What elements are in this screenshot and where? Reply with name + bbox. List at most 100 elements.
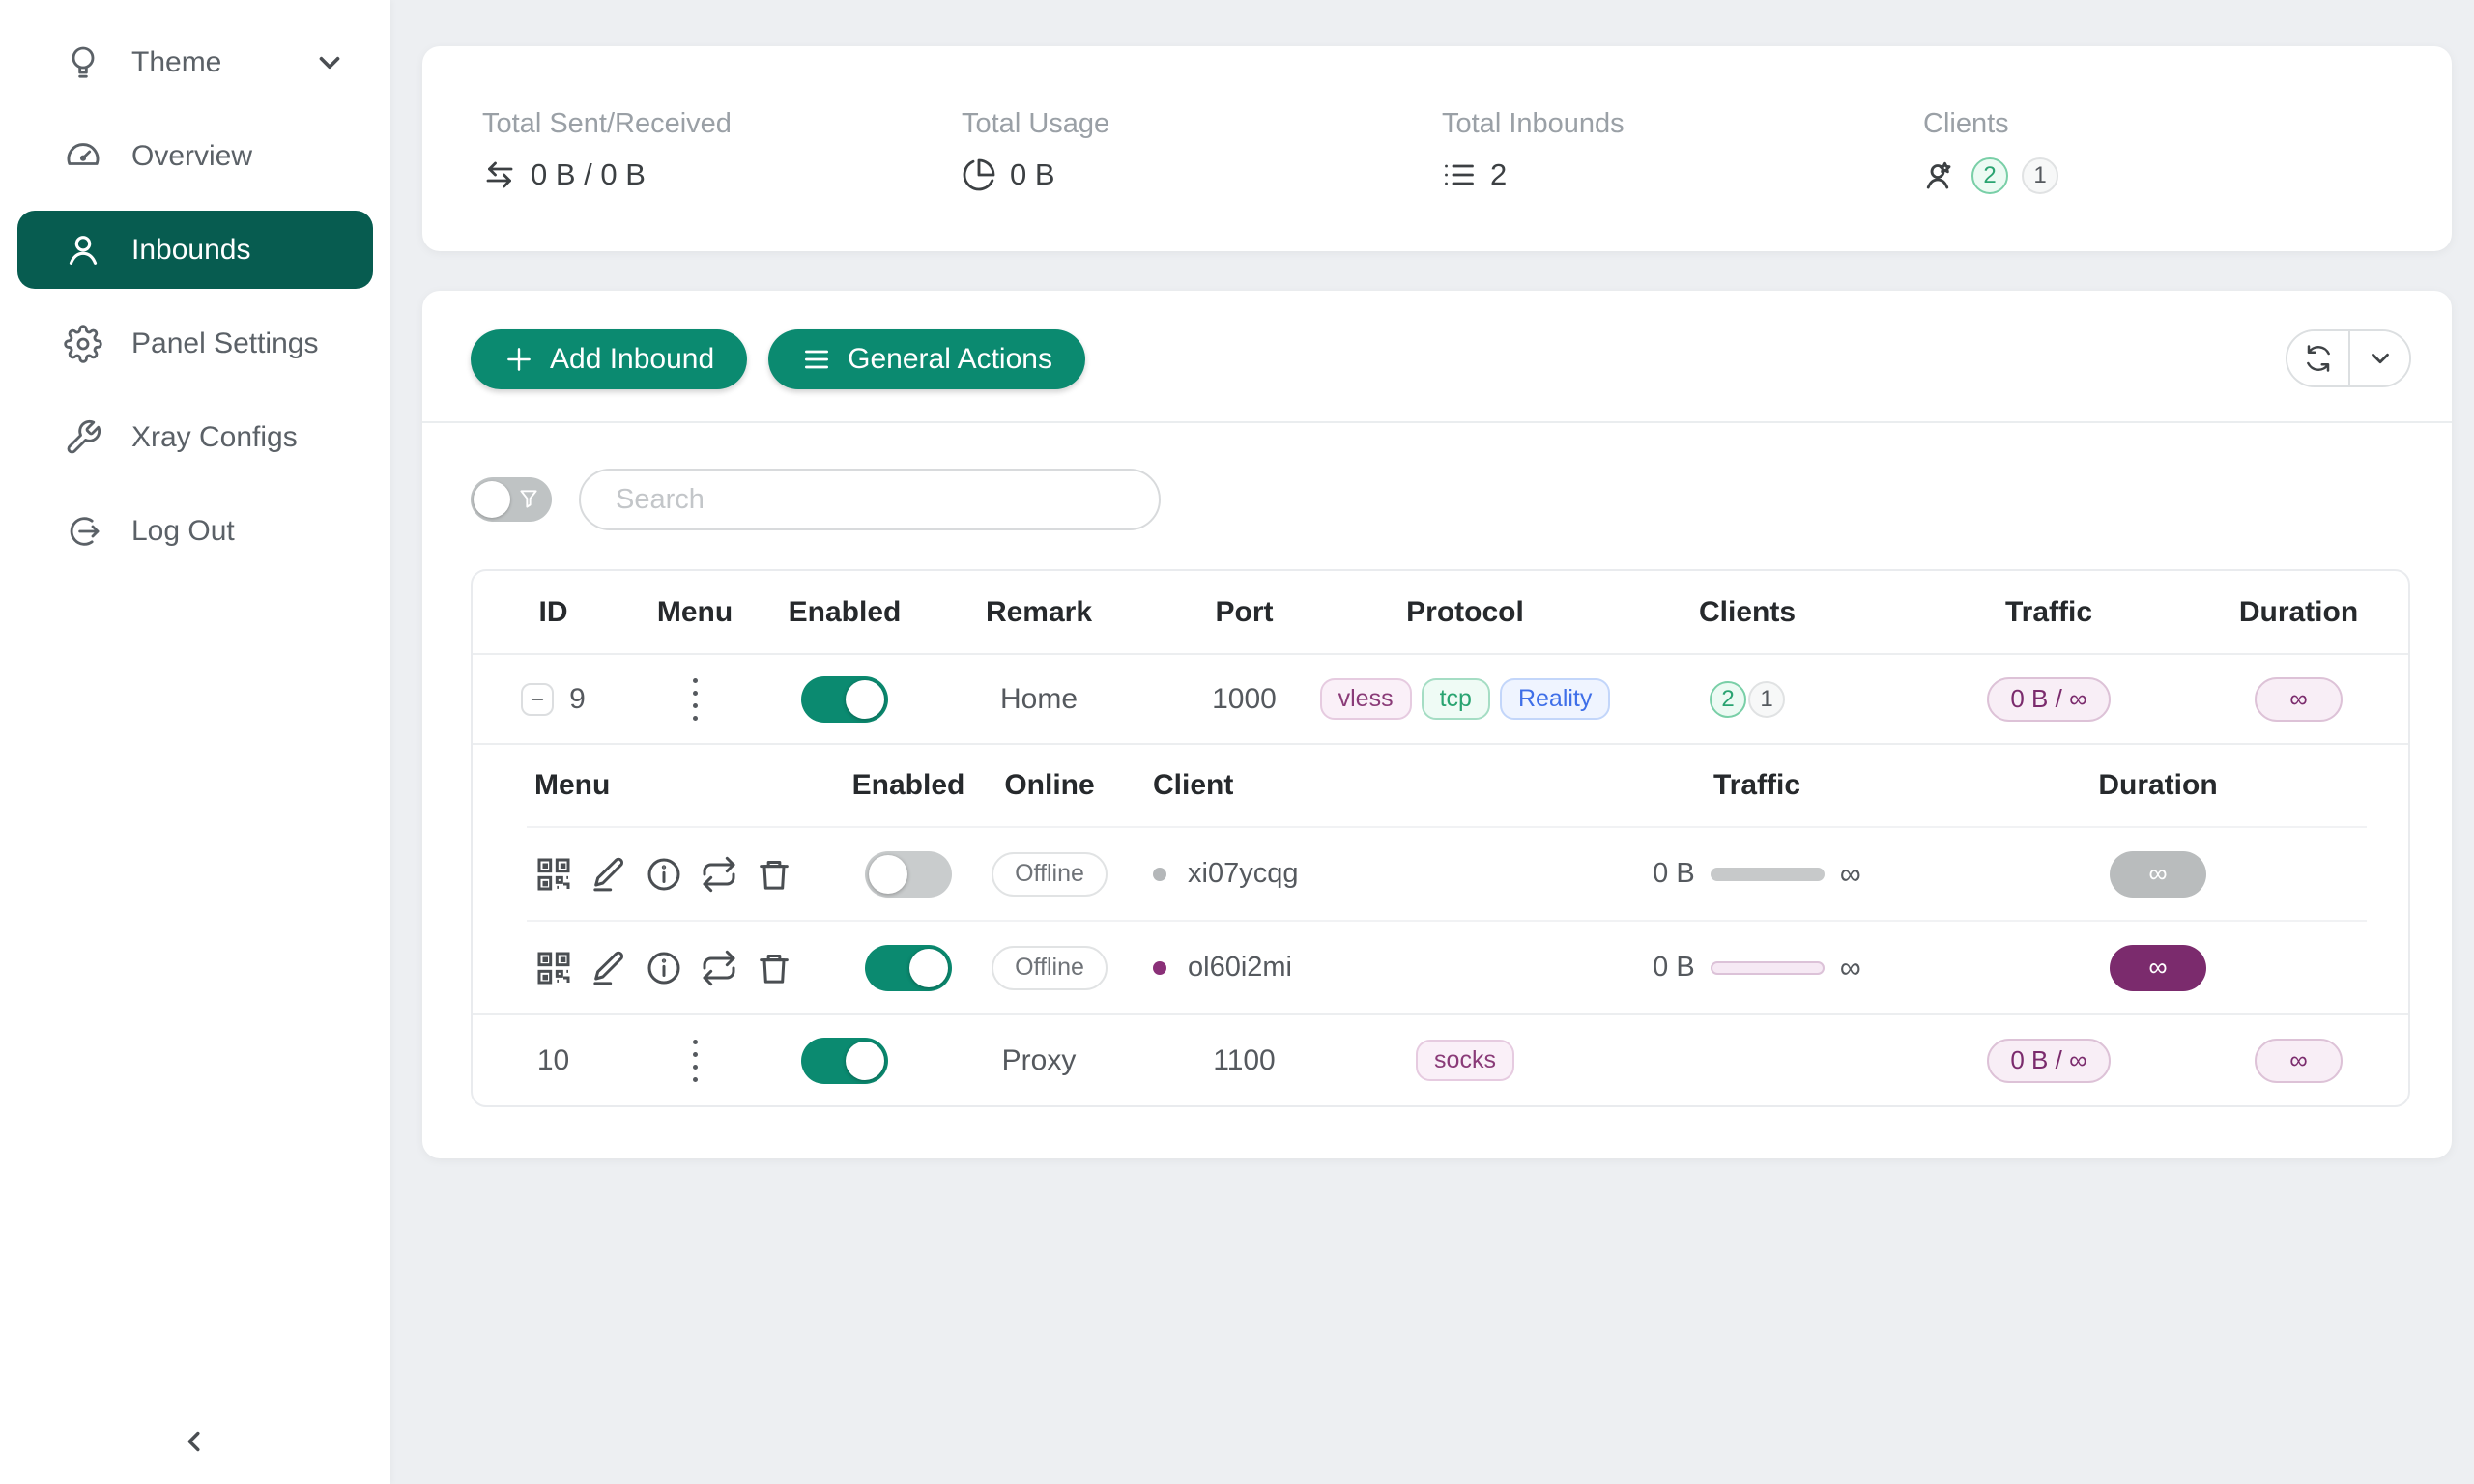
refresh-button[interactable] xyxy=(2287,331,2348,385)
stat-value: 2 xyxy=(1490,157,1507,192)
client-traffic-value: 0 B xyxy=(1653,858,1695,890)
pie-chart-icon xyxy=(962,157,996,192)
subtable-header: Menu Enabled Online Client Traffic Durat… xyxy=(527,745,2367,826)
reset-traffic-icon[interactable] xyxy=(700,855,738,894)
table-row-inbound-10: 10 Proxy 1100 socks 0 B / ∞ ∞ xyxy=(473,1013,2408,1105)
subcol-header-traffic: Traffic xyxy=(1493,769,2021,802)
inbounds-panel: Add Inbound General Actions ID Menu Enab… xyxy=(422,291,2452,1158)
client-enabled-toggle[interactable] xyxy=(865,851,952,898)
chevron-left-icon xyxy=(179,1425,212,1458)
client-duration-pill: ∞ xyxy=(2110,945,2206,991)
table-header: ID Menu Enabled Remark Port Protocol Cli… xyxy=(473,571,2408,653)
sidebar-item-label: Log Out xyxy=(131,515,235,548)
inbound-id: 10 xyxy=(537,1044,569,1077)
col-header-menu: Menu xyxy=(634,596,756,629)
client-name: ol60i2mi xyxy=(1188,952,1292,984)
col-header-id: ID xyxy=(473,596,634,629)
traffic-progress-bar xyxy=(1711,961,1825,975)
lightbulb-icon xyxy=(64,43,102,82)
toggle-knob xyxy=(909,949,948,987)
subcol-header-duration: Duration xyxy=(2021,769,2295,802)
filter-toggle[interactable] xyxy=(471,477,552,522)
col-header-remark: Remark xyxy=(934,596,1144,629)
subcol-header-enabled: Enabled xyxy=(826,769,991,802)
chevron-down-icon xyxy=(313,46,346,79)
gear-icon xyxy=(64,325,102,363)
sidebar-item-label: Overview xyxy=(131,140,252,173)
stat-value: 0 B xyxy=(1010,157,1055,192)
stats-card: Total Sent/Received 0 B / 0 B Total Usag… xyxy=(422,46,2452,251)
stat-total-inbounds: Total Inbounds 2 xyxy=(1382,46,1863,251)
inbound-port: 1100 xyxy=(1213,1044,1276,1077)
sidebar-item-log-out[interactable]: Log Out xyxy=(0,484,390,578)
traffic-pill: 0 B / ∞ xyxy=(1987,1039,2110,1083)
inbounds-table: ID Menu Enabled Remark Port Protocol Cli… xyxy=(471,569,2410,1107)
client-duration-pill: ∞ xyxy=(2110,851,2206,898)
inbound-id: 9 xyxy=(569,683,586,716)
online-status-badge: Offline xyxy=(992,852,1108,897)
duration-pill: ∞ xyxy=(2255,1039,2343,1083)
sidebar-collapse-button[interactable] xyxy=(174,1420,216,1463)
traffic-pill: 0 B / ∞ xyxy=(1987,677,2110,722)
col-header-clients: Clients xyxy=(1586,596,1909,629)
search-input[interactable] xyxy=(579,469,1161,530)
reset-traffic-icon[interactable] xyxy=(700,949,738,987)
delete-icon[interactable] xyxy=(755,949,793,987)
qr-code-icon[interactable] xyxy=(534,949,573,987)
client-enabled-toggle[interactable] xyxy=(865,945,952,991)
refresh-icon xyxy=(2304,344,2333,373)
toggle-knob xyxy=(846,1042,884,1080)
general-actions-button[interactable]: General Actions xyxy=(768,329,1085,389)
sidebar: Theme Overview Inbounds Panel Settings X… xyxy=(0,0,390,1484)
stat-label: Clients xyxy=(1923,108,2452,140)
transfer-arrows-icon xyxy=(482,157,517,192)
refresh-options-button[interactable] xyxy=(2348,331,2409,385)
row-menu-button[interactable] xyxy=(687,672,704,727)
client-status-dot xyxy=(1153,868,1166,881)
client-name: xi07ycqg xyxy=(1188,858,1298,890)
subcol-header-client: Client xyxy=(1108,769,1493,802)
delete-icon[interactable] xyxy=(755,855,793,894)
toggle-knob xyxy=(474,481,510,518)
duration-pill: ∞ xyxy=(2255,677,2343,722)
client-traffic-value: 0 B xyxy=(1653,952,1695,984)
online-status-badge: Offline xyxy=(992,946,1108,990)
stat-total-sent-received: Total Sent/Received 0 B / 0 B xyxy=(422,46,902,251)
sidebar-item-xray-configs[interactable]: Xray Configs xyxy=(0,390,390,484)
clients-online-badge: 2 xyxy=(1710,681,1746,718)
stat-label: Total Inbounds xyxy=(1442,108,1863,140)
info-icon[interactable] xyxy=(645,949,683,987)
sidebar-item-panel-settings[interactable]: Panel Settings xyxy=(0,297,390,390)
sidebar-item-inbounds[interactable]: Inbounds xyxy=(17,211,373,289)
qr-code-icon[interactable] xyxy=(534,855,573,894)
collapse-row-button[interactable] xyxy=(521,683,554,716)
edit-icon[interactable] xyxy=(590,855,628,894)
logout-icon xyxy=(64,512,102,551)
subcol-header-menu: Menu xyxy=(527,769,826,802)
client-row-xi07ycqg: Offline xi07ycqg 0 B ∞ ∞ xyxy=(527,826,2367,920)
traffic-limit: ∞ xyxy=(1840,857,1861,892)
inbound-port: 1000 xyxy=(1212,683,1277,716)
inbound-enabled-toggle[interactable] xyxy=(801,676,888,723)
list-icon xyxy=(1442,157,1477,192)
stat-total-usage: Total Usage 0 B xyxy=(902,46,1382,251)
traffic-progress-bar xyxy=(1711,868,1825,881)
row-menu-button[interactable] xyxy=(687,1034,704,1088)
minus-icon xyxy=(529,691,546,708)
sidebar-item-label: Inbounds xyxy=(131,234,250,267)
sidebar-item-theme[interactable]: Theme xyxy=(0,15,390,109)
toggle-knob xyxy=(869,855,907,894)
edit-icon[interactable] xyxy=(590,949,628,987)
subcol-header-online: Online xyxy=(991,769,1108,802)
inbound-enabled-toggle[interactable] xyxy=(801,1038,888,1084)
client-row-ol60i2mi: Offline ol60i2mi 0 B ∞ ∞ xyxy=(527,920,2367,1013)
clients-online-badge: 2 xyxy=(1971,157,2008,194)
network-tag: tcp xyxy=(1422,678,1490,720)
sidebar-item-overview[interactable]: Overview xyxy=(0,109,390,203)
info-icon[interactable] xyxy=(645,855,683,894)
filter-funnel-icon xyxy=(516,487,541,512)
clients-total-badge: 1 xyxy=(2022,157,2058,194)
col-header-enabled: Enabled xyxy=(756,596,934,629)
users-icon xyxy=(1923,158,1958,193)
add-inbound-button[interactable]: Add Inbound xyxy=(471,329,747,389)
